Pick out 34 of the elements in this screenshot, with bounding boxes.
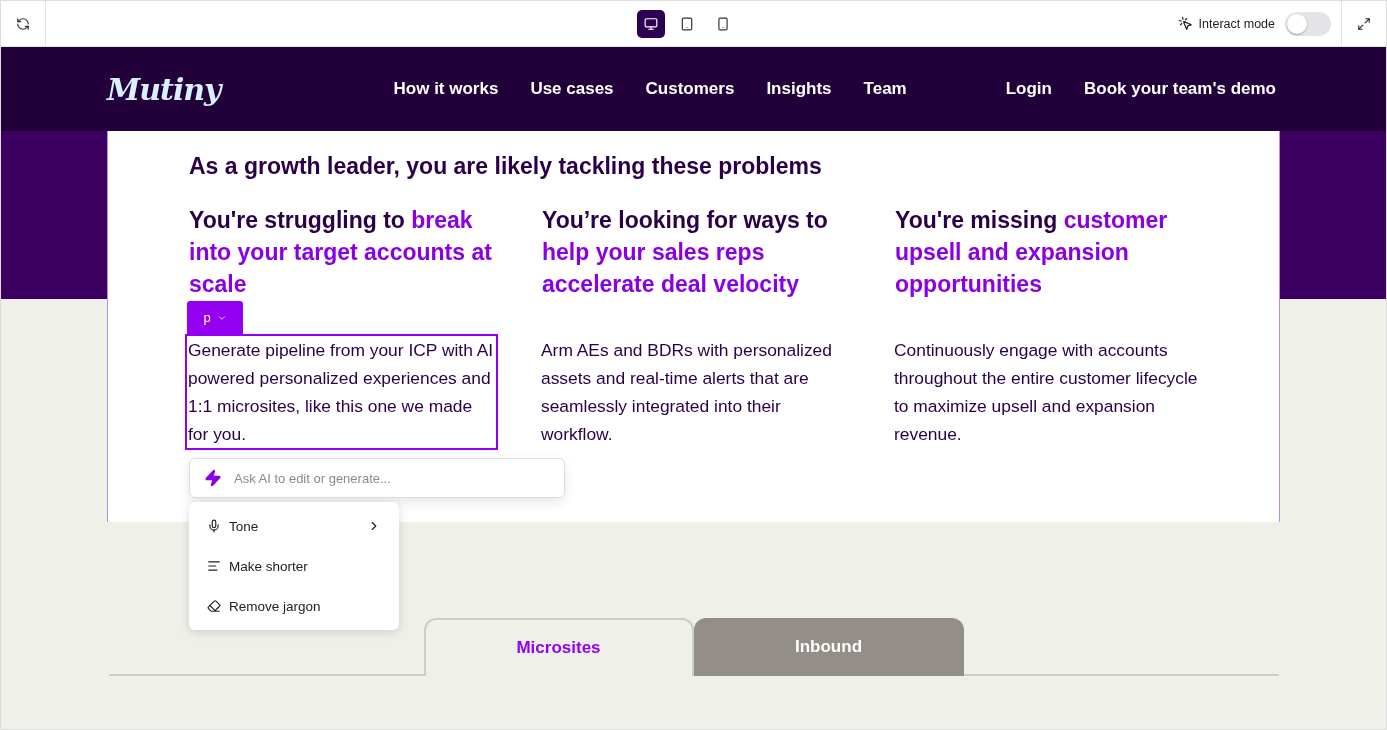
column-text[interactable]: Generate pipeline from your ICP with AI powered personalized experiences and 1:1 microsites, like this one we made for you. — [187, 336, 496, 448]
expand-icon — [1357, 16, 1371, 31]
text-lines-icon — [207, 559, 221, 573]
nav-link[interactable]: How it works — [393, 79, 499, 99]
nav-link[interactable]: Customers — [645, 79, 735, 99]
section-title: As a growth leader, you are likely tackling these problems — [189, 153, 823, 180]
lightning-icon — [204, 469, 222, 487]
microphone-icon — [207, 519, 221, 533]
column-text: Arm AEs and BDRs with personalized assets and real-time alerts that are seamlessly integrated into their workflow. — [540, 339, 833, 446]
menu-item[interactable]: Make shorter — [189, 546, 399, 586]
phone-icon — [715, 16, 730, 31]
column-heading: You're struggling to break into your target accounts at scale — [189, 206, 493, 299]
logo[interactable]: Mutiny — [107, 71, 221, 107]
menu-item[interactable]: Tone — [189, 506, 399, 546]
refresh-icon — [16, 16, 30, 31]
nav-link[interactable]: Use cases — [530, 79, 614, 99]
column-text: Continuously engage with accounts throughout the entire customer lifecycle to maximize upsell and expansion revenue. — [893, 339, 1199, 446]
tablet-icon — [679, 16, 694, 31]
element-tag-button[interactable]: p — [187, 301, 243, 334]
menu-item[interactable]: Remove jargon — [189, 586, 399, 626]
desktop-icon — [643, 16, 658, 31]
nav-link[interactable]: Team — [863, 79, 907, 99]
cursor-click-icon — [1177, 16, 1193, 31]
login-link[interactable]: Login — [1005, 79, 1052, 99]
column-heading: You’re looking for ways to help your sales reps accelerate deal velocity — [542, 206, 829, 299]
interact-mode-toggle[interactable] — [1285, 11, 1331, 36]
tab[interactable]: Microsites — [423, 618, 694, 676]
demo-link[interactable]: Book your team's demo — [1083, 79, 1276, 99]
interact-mode-label: Interact mode — [1198, 16, 1275, 31]
nav-link[interactable]: Insights — [766, 79, 832, 99]
column-heading: You're missing customer upsell and expansion opportunities — [895, 206, 1169, 299]
eraser-icon — [207, 599, 221, 613]
desktop-view-button[interactable] — [636, 9, 665, 38]
ai-prompt-field[interactable]: Ask AI to edit or generate... — [189, 458, 565, 498]
